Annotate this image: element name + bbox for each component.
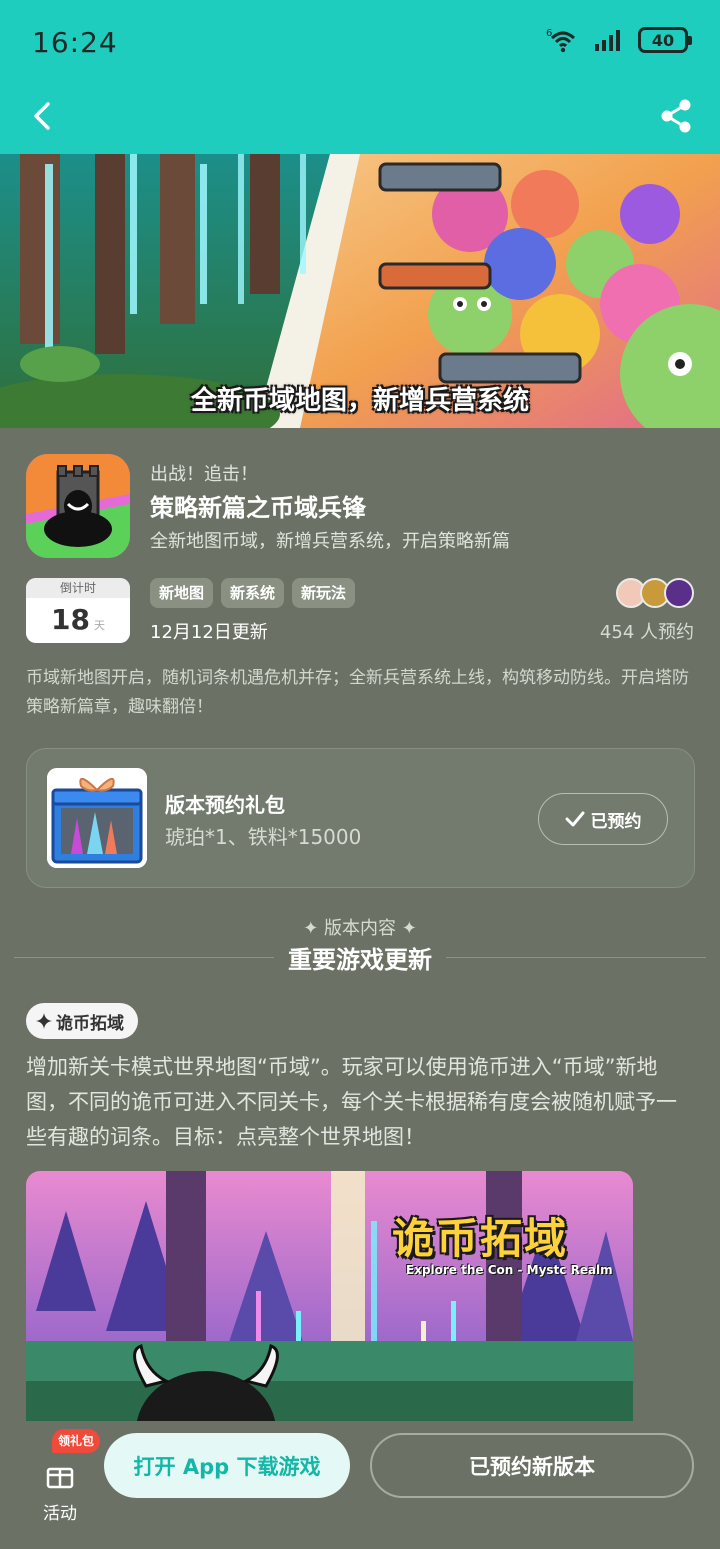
section-label: ✦ 版本内容 ✦ [303,918,417,939]
divider [446,956,706,958]
reservation-gift-card: 版本预约礼包 琥珀*1、铁料*15000 已预约 [26,748,695,888]
gift-description: 琥珀*1、铁料*15000 [165,825,362,849]
reserved-version-button[interactable]: 已预约新版本 [370,1433,694,1498]
gift-box-icon [47,768,147,868]
bottom-action-bar: 活动 领礼包 打开 App 下载游戏 已预约新版本 [0,1421,720,1549]
tag-new-system: 新系统 [221,578,285,608]
banner-caption: 全新币域地图，新增兵营系统 [190,386,529,416]
countdown-value: 18 天 [26,598,130,643]
app-title: 策略新篇之币域兵锋 [150,494,366,522]
wifi-icon: 6 [546,28,576,53]
divider [14,956,274,958]
activity-label: 活动 [43,1504,77,1524]
gift-box-image [47,768,147,868]
back-icon[interactable] [24,96,64,136]
status-icons: 6 40 [546,27,692,53]
countdown-unit: 天 [93,619,105,632]
preview-image-subtitle: Explore the Con - Mystc Realm [406,1263,613,1277]
gift-badge[interactable]: 领礼包 [52,1429,101,1453]
feature-preview-image[interactable]: 诡币拓域 Explore the Con - Mystc Realm [26,1171,633,1421]
gift-title: 版本预约礼包 [165,793,285,817]
feature-description: 增加新关卡模式世界地图“币域”。玩家可以使用诡币进入“币域”新地图，不同的诡币可… [26,1055,677,1149]
app-description: 全新地图币域，新增兵营系统，开启策略新篇 [150,531,510,552]
open-app-button[interactable]: 打开 App 下载游戏 [104,1433,350,1498]
app-icon[interactable] [26,454,130,558]
status-time: 16:24 [32,26,118,59]
gift-reserved-button[interactable]: 已预约 [538,793,668,845]
check-icon [565,811,584,827]
countdown-card: 倒计时 18 天 [26,578,130,643]
avatar [664,578,694,608]
status-bar: 16:24 6 40 [0,0,720,86]
signal-icon [595,30,620,51]
countdown-days: 18 [51,603,90,636]
top-nav [0,86,720,154]
tag-new-gameplay: 新玩法 [292,578,356,608]
gift-icon [46,1467,74,1489]
section-title: 重要游戏更新 [288,945,432,974]
reserve-count: 454 人预约 [599,622,694,643]
activity-tab[interactable]: 活动 [38,1443,82,1524]
tower-monster-icon [26,454,130,558]
section-heading: 重要游戏更新 [14,940,706,974]
feature-chip: 诡币拓域 [26,1003,138,1039]
sparkle-icon [36,1013,52,1029]
battery-level: 40 [651,30,675,50]
hero-banner[interactable]: 全新币域地图，新增兵营系统 [0,154,720,428]
battery-icon: 40 [638,27,692,53]
reserver-avatars [616,578,694,608]
version-intro: 币域新地图开启，随机词条机遇危机并存；全新兵营系统上线，构筑移动防线。开启塔防策… [26,668,689,717]
update-date: 12月12日更新 [150,622,268,643]
tag-new-map: 新地图 [150,578,214,608]
tag-list: 新地图 新系统 新玩法 [150,578,356,608]
feature-chip-label: 诡币拓域 [56,1013,124,1034]
countdown-label: 倒计时 [26,578,130,598]
share-icon[interactable] [656,96,696,136]
app-subtitle: 出战！追击！ [150,464,258,485]
gift-reserved-label: 已预约 [590,811,642,832]
preview-image-title: 诡币拓域 [392,1214,569,1263]
